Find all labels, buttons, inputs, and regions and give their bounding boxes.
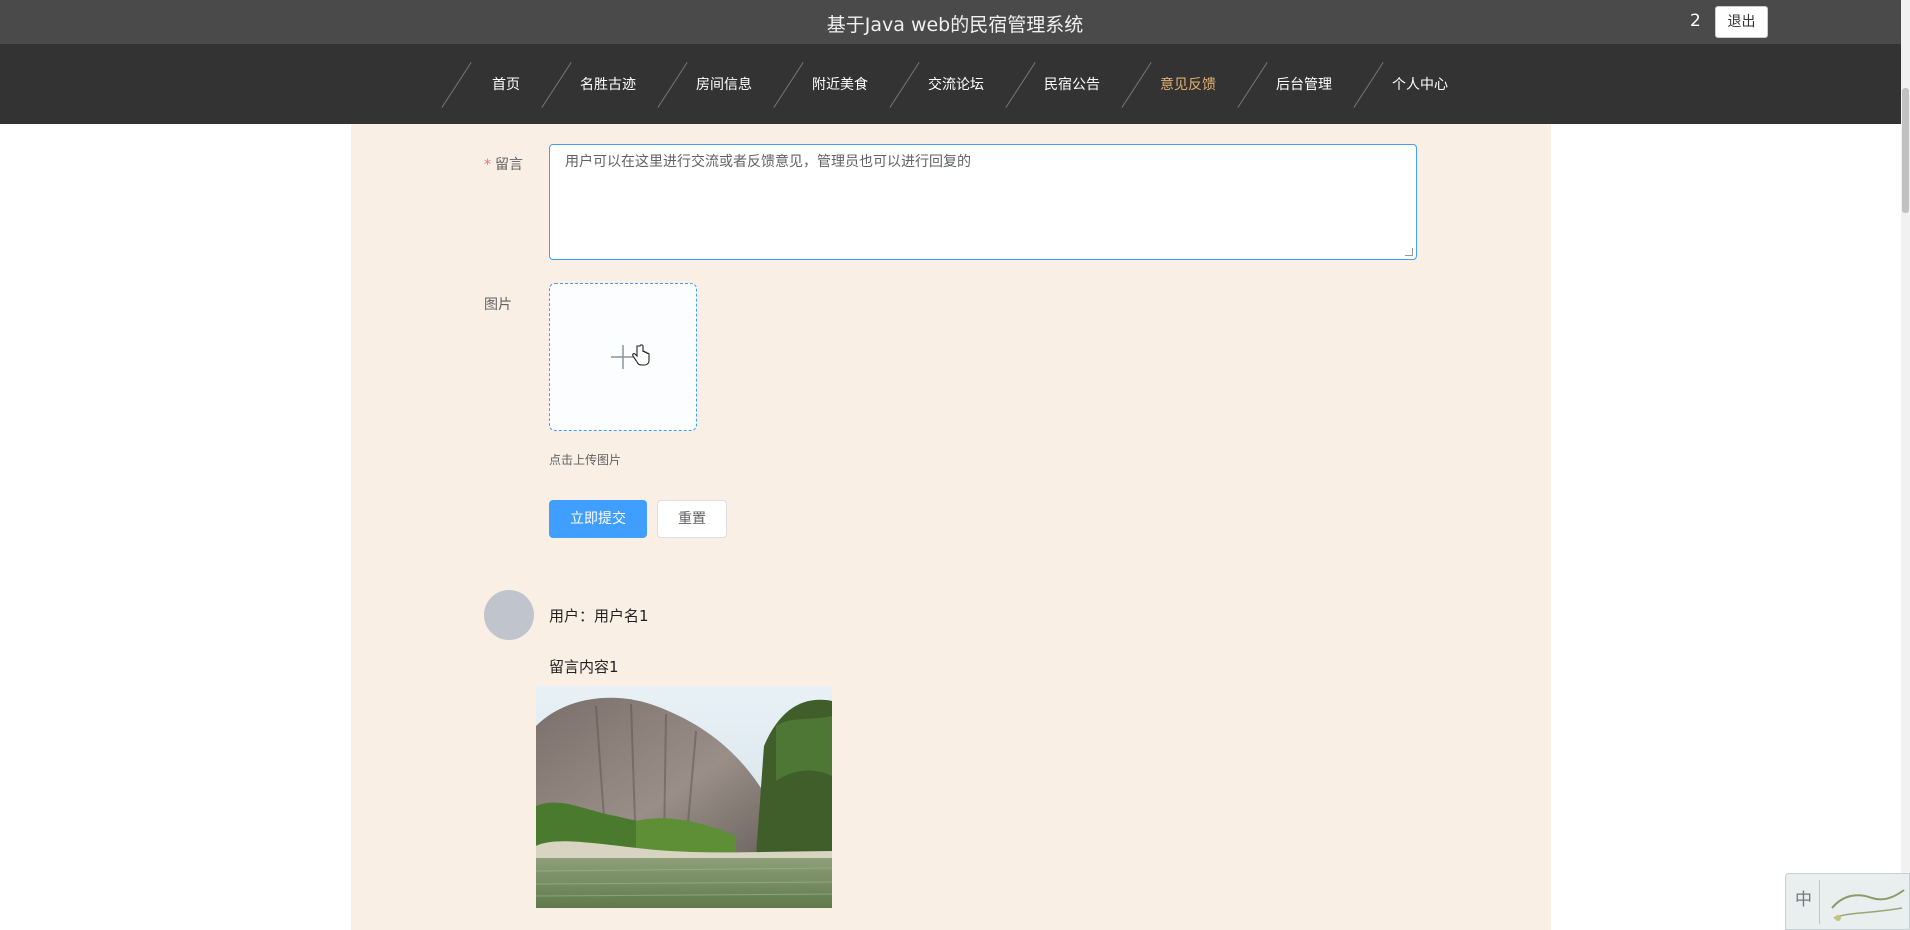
page: 基于Java web的民宿管理系统 2 退出 首页 名胜古迹 房间信息 附近美食… xyxy=(0,0,1910,930)
image-label: 图片 xyxy=(484,297,512,313)
nav-item-nearby-food[interactable]: 附近美食 xyxy=(782,44,898,124)
landscape-photo xyxy=(536,686,832,908)
nav-item-home[interactable]: 首页 xyxy=(448,44,564,124)
page-title: 意见反馈 xyxy=(911,99,988,121)
nav-item-feedback[interactable]: 意见反馈 xyxy=(1130,44,1246,124)
ime-indicator[interactable]: 中 xyxy=(1785,873,1910,930)
top-bar: 基于Java web的民宿管理系统 2 退出 xyxy=(0,0,1910,44)
comment-user: 用户：用户名1 xyxy=(549,607,649,625)
hand-cursor-icon xyxy=(632,344,650,366)
nav-item-admin[interactable]: 后台管理 xyxy=(1246,44,1362,124)
site-title: 基于Java web的民宿管理系统 xyxy=(826,14,1084,36)
submit-button[interactable]: 立即提交 xyxy=(549,500,647,538)
avatar xyxy=(484,590,534,640)
page-scrollbar[interactable] xyxy=(1901,0,1910,930)
user-indicator[interactable]: 2 xyxy=(1690,11,1701,31)
nav-item-room-info[interactable]: 房间信息 xyxy=(666,44,782,124)
ime-divider xyxy=(1819,880,1820,924)
textarea-resize-handle[interactable] xyxy=(1405,248,1413,256)
message-label: * 留言 xyxy=(484,154,523,174)
comment-content: 留言内容1 xyxy=(549,658,619,676)
image-uploader[interactable] xyxy=(549,283,697,431)
logout-button[interactable]: 退出 xyxy=(1715,6,1768,38)
required-mark: * xyxy=(484,157,491,173)
ime-mode[interactable]: 中 xyxy=(1795,885,1812,910)
comment-image xyxy=(536,686,832,908)
scrollbar-thumb[interactable] xyxy=(1902,88,1909,213)
reset-button[interactable]: 重置 xyxy=(657,500,727,538)
message-label-text: 留言 xyxy=(495,157,523,173)
message-textarea[interactable]: 用户可以在这里进行交流或者反馈意见，管理员也可以进行回复的 xyxy=(549,144,1417,260)
ime-skin-icon xyxy=(1831,889,1905,921)
upload-tip: 点击上传图片 xyxy=(549,453,622,467)
nav-item-scenic-spots[interactable]: 名胜古迹 xyxy=(550,44,666,124)
nav-item-announcements[interactable]: 民宿公告 xyxy=(1014,44,1130,124)
nav-item-personal-center[interactable]: 个人中心 xyxy=(1362,44,1478,124)
